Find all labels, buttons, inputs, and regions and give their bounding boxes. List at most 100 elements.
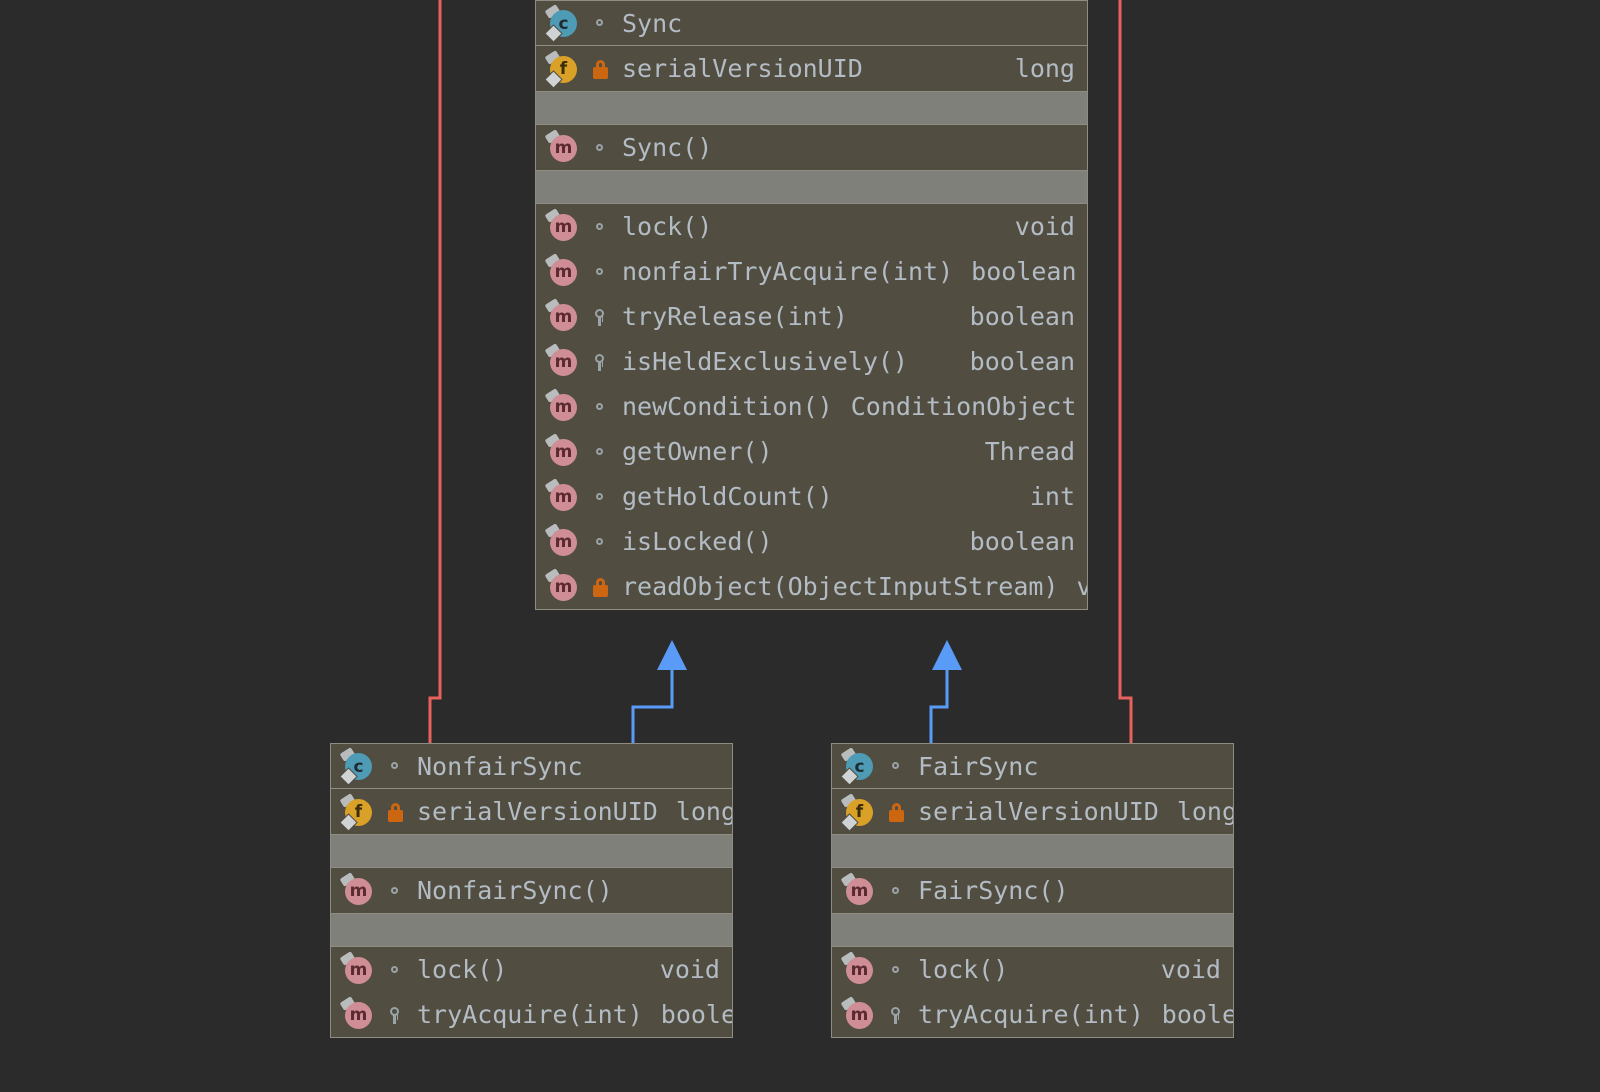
uml-class-sync[interactable]: c Sync f serialVersionUID long m Sync() m lock()…	[535, 0, 1088, 610]
method-icon-disc: m	[550, 303, 577, 331]
member-row[interactable]: m lock() void	[536, 204, 1087, 249]
method-icon: m	[840, 995, 876, 1032]
private-visibility-icon	[588, 574, 614, 600]
public-visibility-icon	[588, 214, 614, 240]
member-return-type-label: void	[1059, 572, 1088, 601]
method-icon: m	[544, 432, 580, 469]
diagram-canvas[interactable]: c Sync f serialVersionUID long m Sync() m lock()…	[0, 0, 1600, 1092]
member-row[interactable]: m tryAcquire(int) boolean	[832, 992, 1233, 1037]
section-separator	[536, 170, 1087, 204]
member-return-type-label: int	[1029, 482, 1075, 511]
member-return-type-label: long	[1176, 797, 1234, 826]
section-separator	[331, 913, 732, 947]
field-icon: f	[544, 49, 580, 87]
class-title-row[interactable]: c FairSync	[832, 744, 1233, 789]
public-visibility-icon	[383, 957, 409, 983]
member-row[interactable]: m tryAcquire(int) boolean	[331, 992, 732, 1037]
method-icon: m	[840, 950, 876, 987]
uml-class-fairsync[interactable]: c FairSync f serialVersionUID long m FairSync(…	[831, 743, 1234, 1038]
method-icon-disc: m	[846, 1001, 873, 1029]
uml-class-nonfairsync[interactable]: c NonfairSync f serialVersionUID long m Nonfai…	[330, 743, 733, 1038]
member-row[interactable]: m isHeldExclusively() boolean	[536, 339, 1087, 384]
private-visibility-icon	[383, 799, 409, 825]
member-row[interactable]: m lock() void	[331, 947, 732, 992]
member-return-type-label: long	[1014, 54, 1075, 83]
method-icon-disc: m	[550, 134, 577, 162]
method-icon: m	[544, 252, 580, 289]
method-icon-disc: m	[550, 348, 577, 376]
member-name-label: tryAcquire(int)	[918, 1000, 1144, 1029]
inheritance-arrowhead-nonfairsync	[657, 640, 687, 670]
method-icon-disc: m	[846, 956, 873, 984]
member-name-label: readObject(ObjectInputStream)	[622, 572, 1059, 601]
member-name-label: nonfairTryAcquire(int)	[622, 257, 954, 286]
inheritance-line-nonfairsync	[631, 668, 674, 743]
method-icon-disc: m	[550, 528, 577, 556]
inheritance-line-fairsync	[929, 668, 949, 743]
member-name-label: getHoldCount()	[622, 482, 833, 511]
public-visibility-icon	[383, 878, 409, 904]
member-return-type-label: void	[1160, 955, 1221, 984]
member-name-label: tryAcquire(int)	[417, 1000, 643, 1029]
member-row[interactable]: m getOwner() Thread	[536, 429, 1087, 474]
method-icon: m	[339, 871, 375, 908]
public-visibility-icon	[588, 439, 614, 465]
method-icon: m	[544, 207, 580, 244]
class-name-label: NonfairSync	[417, 751, 583, 781]
member-name-label: getOwner()	[622, 437, 773, 466]
method-icon: m	[544, 297, 580, 334]
member-row[interactable]: m tryRelease(int) boolean	[536, 294, 1087, 339]
protected-visibility-icon	[884, 1002, 910, 1028]
association-line-right	[1118, 0, 1133, 743]
class-title-row[interactable]: c Sync	[536, 1, 1087, 46]
member-row[interactable]: m getHoldCount() int	[536, 474, 1087, 519]
protected-visibility-icon	[383, 1002, 409, 1028]
member-row[interactable]: m NonfairSync()	[331, 868, 732, 913]
public-visibility-icon	[588, 394, 614, 420]
member-name-label: isLocked()	[622, 527, 773, 556]
member-row[interactable]: m Sync()	[536, 125, 1087, 170]
method-icon-disc: m	[550, 573, 577, 601]
member-name-label: lock()	[622, 212, 713, 241]
member-row[interactable]: m newCondition() ConditionObject	[536, 384, 1087, 429]
member-row[interactable]: m readObject(ObjectInputStream)void	[536, 564, 1087, 609]
class-name-label: FairSync	[918, 751, 1039, 781]
member-row[interactable]: f serialVersionUID long	[331, 789, 732, 834]
public-visibility-icon	[588, 135, 614, 161]
member-name-label: Sync()	[622, 133, 713, 162]
section-separator	[536, 91, 1087, 125]
public-visibility-icon	[588, 10, 614, 36]
member-return-type-label: ConditionObject	[850, 392, 1077, 421]
member-return-type-label: boolean	[1161, 1000, 1233, 1029]
class-title-row[interactable]: c NonfairSync	[331, 744, 732, 789]
member-name-label: newCondition()	[622, 392, 833, 421]
member-return-type-label: Thread	[984, 437, 1075, 466]
section-separator	[832, 834, 1233, 868]
inheritance-arrowhead-fairsync	[932, 640, 962, 670]
public-visibility-icon	[884, 753, 910, 779]
class-name-label: Sync	[622, 8, 683, 38]
method-icon: m	[544, 342, 580, 379]
member-name-label: lock()	[417, 955, 508, 984]
public-visibility-icon	[383, 753, 409, 779]
method-icon: m	[339, 950, 375, 987]
member-return-type-label: boolean	[969, 347, 1075, 376]
member-name-label: FairSync()	[918, 876, 1069, 905]
member-row[interactable]: f serialVersionUID long	[832, 789, 1233, 834]
member-row[interactable]: m nonfairTryAcquire(int) boolean	[536, 249, 1087, 294]
class-icon: c	[339, 747, 375, 785]
method-icon-disc: m	[345, 956, 372, 984]
member-row[interactable]: m isLocked() boolean	[536, 519, 1087, 564]
member-return-type-label: boolean	[660, 1000, 732, 1029]
method-icon: m	[544, 387, 580, 424]
member-row[interactable]: m lock() void	[832, 947, 1233, 992]
method-icon-disc: m	[550, 213, 577, 241]
member-return-type-label: boolean	[969, 527, 1075, 556]
member-row[interactable]: f serialVersionUID long	[536, 46, 1087, 91]
class-icon: c	[840, 747, 876, 785]
member-name-label: serialVersionUID	[622, 54, 863, 83]
public-visibility-icon	[588, 529, 614, 555]
member-return-type-label: void	[1014, 212, 1075, 241]
member-row[interactable]: m FairSync()	[832, 868, 1233, 913]
method-icon-disc: m	[550, 393, 577, 421]
